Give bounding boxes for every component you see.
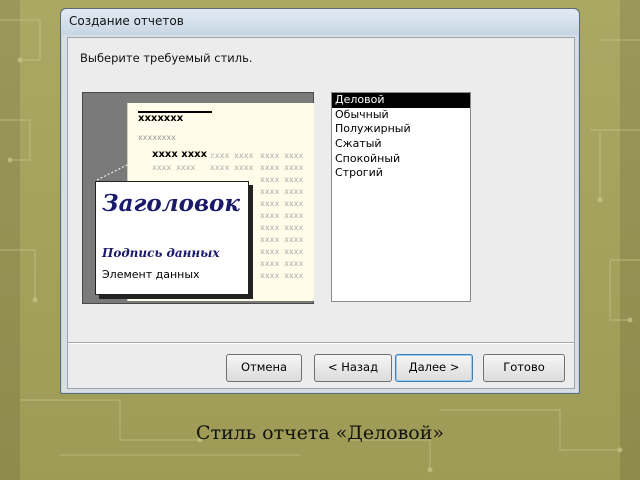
window-title: Создание отчетов <box>69 14 184 28</box>
style-preview: xxxxxxx xxxxxxxx xxxx xxxx xxxx xxxx xxx… <box>82 92 314 304</box>
dialog-client-area: Выберите требуемый стиль. xxxxxxx xxxxxx… <box>67 37 575 389</box>
style-item-strogiy[interactable]: Строгий <box>332 166 470 181</box>
zoom-caption-sample: Подпись данных <box>102 246 220 260</box>
title-bar[interactable]: Создание отчетов <box>61 9 579 35</box>
cancel-button[interactable]: Отмена <box>226 354 302 382</box>
style-item-spokoyny[interactable]: Спокойный <box>332 152 470 167</box>
instruction-text: Выберите требуемый стиль. <box>80 51 253 65</box>
next-button[interactable]: Далее > <box>395 354 473 382</box>
button-divider <box>68 342 574 344</box>
style-item-poluzhirny[interactable]: Полужирный <box>332 122 470 137</box>
zoom-detail-box: Заголовок Подпись данных Элемент данных <box>95 181 249 295</box>
zoom-element-sample: Элемент данных <box>102 268 200 281</box>
style-listbox[interactable]: Деловой Обычный Полужирный Сжатый Спокой… <box>331 92 471 302</box>
style-item-obychny[interactable]: Обычный <box>332 108 470 123</box>
slide-caption: Стиль отчета «Деловой» <box>195 422 445 444</box>
finish-button[interactable]: Готово <box>483 354 565 382</box>
style-item-szhaty[interactable]: Сжатый <box>332 137 470 152</box>
style-item-delovoy[interactable]: Деловой <box>332 93 470 108</box>
report-wizard-dialog: Создание отчетов Выберите требуемый стил… <box>60 8 580 394</box>
zoom-title-sample: Заголовок <box>102 190 240 217</box>
back-button[interactable]: < Назад <box>314 354 392 382</box>
